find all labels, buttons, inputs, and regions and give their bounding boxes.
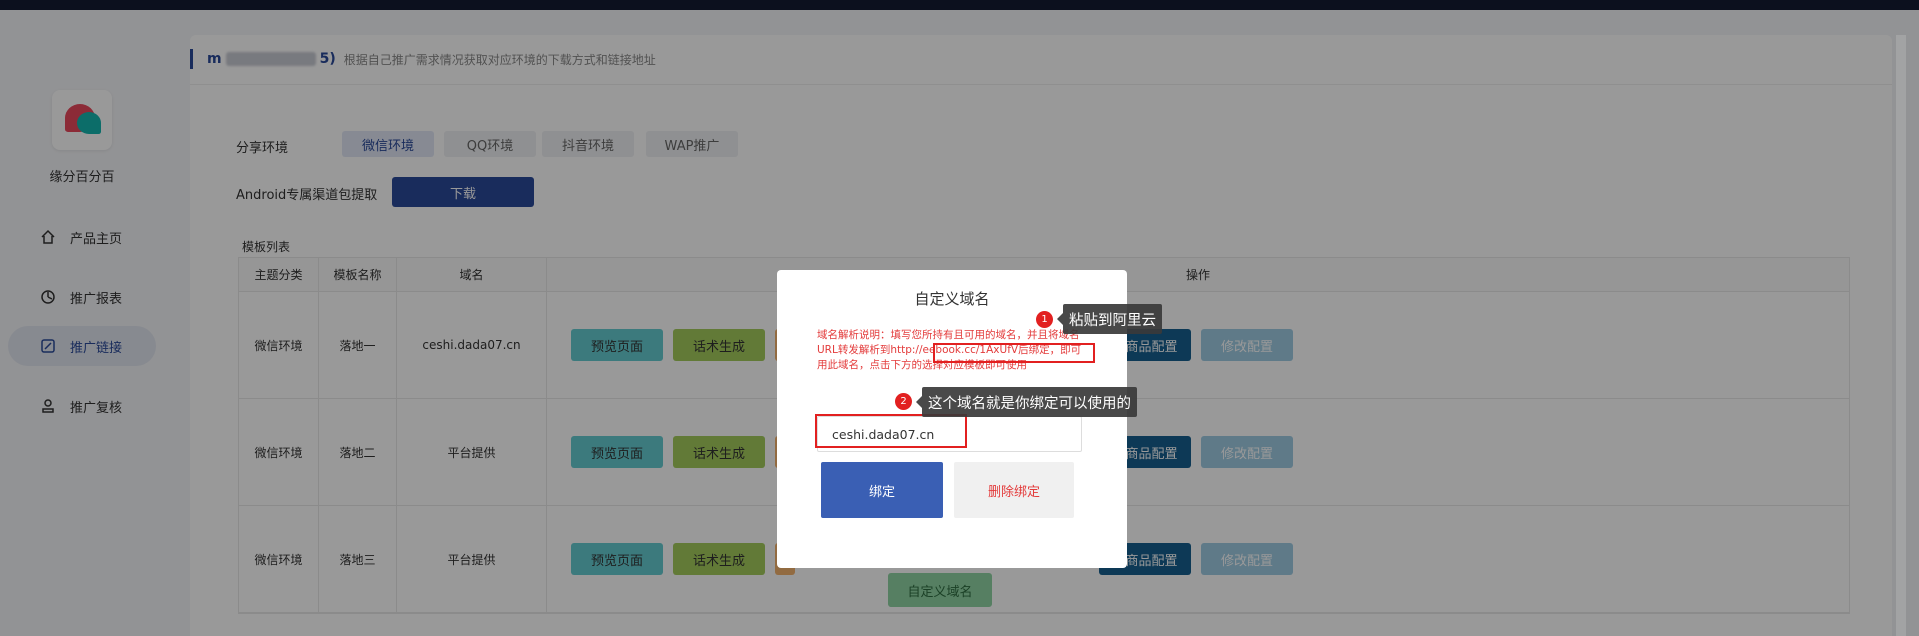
delete-binding-button[interactable]: 删除绑定: [954, 462, 1074, 518]
highlight-input-box: [815, 414, 967, 448]
scrollbar[interactable]: [1896, 35, 1906, 636]
annotation-badge-2: 2: [895, 393, 912, 410]
annotation-tip-1: 粘贴到阿里云: [1057, 304, 1162, 334]
annotation-tip-2: 这个域名就是你绑定可以使用的: [916, 387, 1137, 417]
highlight-url-box: [933, 343, 1095, 363]
bind-button[interactable]: 绑定: [821, 462, 943, 518]
annotation-badge-1: 1: [1036, 311, 1053, 328]
